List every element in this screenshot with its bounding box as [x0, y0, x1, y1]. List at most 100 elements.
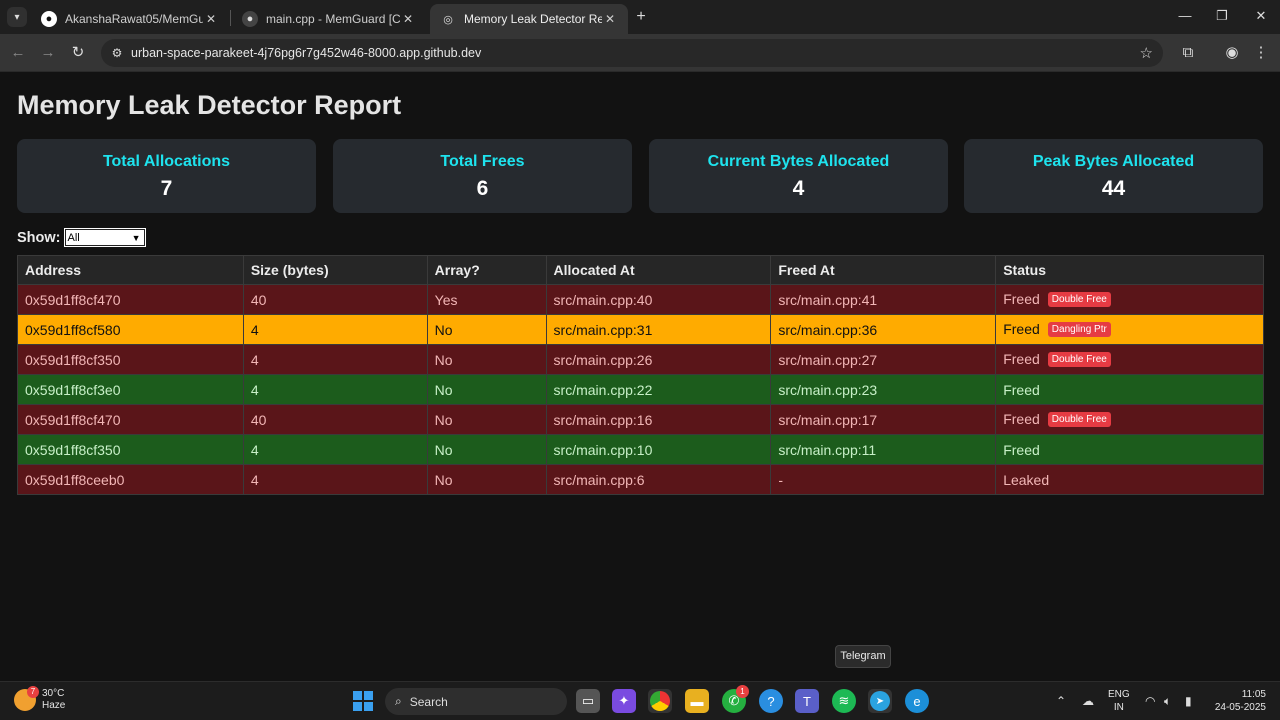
table-row: 0x59d1ff8cf3e0 4 No src/main.cpp:22 src/…: [17, 374, 1264, 405]
cell-array: No: [426, 314, 547, 345]
bookmark-star-icon[interactable]: ☆: [1140, 44, 1153, 62]
browser-toolbar: ← → ↻ ⚙ urban-space-parakeet-4j76pg6r7g4…: [0, 34, 1280, 72]
column-header-status[interactable]: Status: [995, 255, 1264, 285]
spotify-icon[interactable]: ≋: [832, 689, 856, 713]
stat-value: 6: [476, 177, 489, 200]
show-filter-select[interactable]: All ▼: [63, 228, 146, 247]
tab-main-cpp[interactable]: ● main.cpp - MemGuard [Codesp ✕: [232, 4, 426, 34]
stat-label: Total Allocations: [102, 153, 231, 170]
status-badge: Double Free: [1047, 351, 1111, 367]
new-tab-button[interactable]: +: [632, 8, 650, 26]
stat-card-total-frees: Total Frees 6: [333, 139, 632, 213]
cell-address: 0x59d1ff8cf350: [17, 434, 244, 465]
tab-search-button[interactable]: ▾: [7, 7, 27, 27]
chevron-down-icon: ▼: [131, 232, 141, 243]
github-icon: ●: [242, 11, 258, 27]
forward-icon[interactable]: →: [38, 43, 58, 63]
cell-size: 4: [242, 314, 428, 345]
edge-icon[interactable]: e: [905, 689, 929, 713]
cell-array: No: [426, 374, 547, 405]
tab-divider: [230, 10, 231, 26]
table-row: 0x59d1ff8ceeb0 4 No src/main.cpp:6 - Lea…: [17, 464, 1264, 495]
status-text: Freed: [1003, 411, 1040, 428]
cell-address: 0x59d1ff8cf580: [17, 314, 244, 345]
status-text: Freed: [1003, 291, 1040, 308]
file-explorer-icon[interactable]: ▬: [685, 689, 709, 713]
cell-array: No: [426, 404, 547, 435]
copilot-icon[interactable]: ✦: [612, 689, 636, 713]
extensions-icon[interactable]: ⧉: [1178, 43, 1198, 63]
windows-icon: [353, 691, 373, 711]
globe-icon: ◎: [443, 13, 453, 26]
cell-freed-at: -: [770, 464, 997, 495]
wifi-icon[interactable]: ◠: [1145, 694, 1155, 708]
minimize-icon[interactable]: —: [1175, 8, 1195, 26]
tab-label: main.cpp - MemGuard [Codesp: [266, 12, 400, 26]
cell-size: 40: [242, 284, 428, 315]
clock[interactable]: 11:05 24-05-2025: [1210, 688, 1266, 714]
teams-icon[interactable]: T: [795, 689, 819, 713]
help-app-icon[interactable]: ?: [759, 689, 783, 713]
close-icon[interactable]: ✕: [203, 12, 219, 26]
taskbar-tooltip: Telegram: [835, 645, 891, 668]
cell-allocated-at: src/main.cpp:16: [545, 404, 772, 435]
reload-icon[interactable]: ↻: [68, 43, 88, 63]
chrome-icon[interactable]: [648, 689, 672, 713]
cell-allocated-at: src/main.cpp:40: [545, 284, 772, 315]
search-icon: ⌕: [395, 694, 402, 708]
status-text: Freed: [1003, 321, 1040, 338]
column-header-size[interactable]: Size (bytes): [242, 255, 428, 285]
onedrive-icon[interactable]: ☁: [1082, 694, 1094, 708]
language-indicator[interactable]: ENG IN: [1108, 688, 1130, 714]
task-view-icon[interactable]: ▭: [576, 689, 600, 713]
cell-size: 4: [242, 374, 428, 405]
tab-strip: ▾ ● AkanshaRawat05/MemGuard ✕ ● main.cpp…: [0, 0, 1280, 34]
column-header-freed-at[interactable]: Freed At: [770, 255, 997, 285]
maximize-icon[interactable]: ❐: [1212, 8, 1232, 26]
weather-badge: 7: [27, 686, 39, 698]
cell-allocated-at: src/main.cpp:31: [545, 314, 772, 345]
tab-memguard-repo[interactable]: ● AkanshaRawat05/MemGuard ✕: [31, 4, 229, 34]
column-header-allocated-at[interactable]: Allocated At: [545, 255, 772, 285]
cell-address: 0x59d1ff8cf470: [17, 284, 244, 315]
taskbar-search[interactable]: ⌕ Search: [385, 688, 567, 715]
cell-freed-at: src/main.cpp:41: [770, 284, 997, 315]
volume-icon[interactable]: 🔈︎: [1164, 694, 1171, 709]
lang-bottom: IN: [1113, 702, 1124, 713]
cell-status: Freed: [995, 434, 1264, 465]
whatsapp-icon[interactable]: ✆ 1: [722, 685, 749, 713]
address-bar[interactable]: ⚙ urban-space-parakeet-4j76pg6r7g452w46-…: [101, 39, 1163, 67]
cell-freed-at: src/main.cpp:17: [770, 404, 997, 435]
column-header-address[interactable]: Address: [17, 255, 244, 285]
tab-report[interactable]: ◎ Memory Leak Detector Report ✕: [430, 4, 628, 34]
url-text[interactable]: urban-space-parakeet-4j76pg6r7g452w46-80…: [131, 46, 481, 60]
profile-icon[interactable]: ◉: [1222, 43, 1242, 63]
stat-value: 4: [792, 177, 805, 200]
start-button[interactable]: [351, 689, 375, 713]
status-text: Freed: [1003, 351, 1040, 368]
close-icon[interactable]: ✕: [400, 12, 416, 26]
whatsapp-badge: 1: [736, 685, 749, 698]
telegram-icon[interactable]: ➤: [868, 689, 892, 713]
weather-widget[interactable]: 7 30°C Haze: [14, 686, 65, 712]
allocation-table: Address Size (bytes) Array? Allocated At…: [17, 255, 1264, 495]
lang-top: ENG: [1108, 689, 1130, 700]
cell-freed-at: src/main.cpp:27: [770, 344, 997, 375]
table-row: 0x59d1ff8cf470 40 Yes src/main.cpp:40 sr…: [17, 284, 1264, 315]
stat-value: 7: [160, 177, 173, 200]
battery-icon[interactable]: ▮: [1185, 694, 1192, 708]
cell-address: 0x59d1ff8cf350: [17, 344, 244, 375]
status-text: Leaked: [1003, 471, 1050, 488]
cell-size: 4: [242, 464, 428, 495]
column-header-array[interactable]: Array?: [426, 255, 547, 285]
back-icon[interactable]: ←: [8, 43, 28, 63]
chevron-up-icon[interactable]: ⌃: [1056, 694, 1066, 708]
cell-allocated-at: src/main.cpp:10: [545, 434, 772, 465]
close-icon[interactable]: ✕: [602, 12, 618, 26]
menu-icon[interactable]: ⋮: [1251, 43, 1271, 63]
site-info-icon[interactable]: ⚙: [109, 46, 125, 60]
cell-status: Freed: [995, 374, 1264, 405]
search-label: Search: [409, 694, 448, 709]
close-window-icon[interactable]: ✕: [1251, 8, 1271, 26]
cell-freed-at: src/main.cpp:36: [770, 314, 997, 345]
